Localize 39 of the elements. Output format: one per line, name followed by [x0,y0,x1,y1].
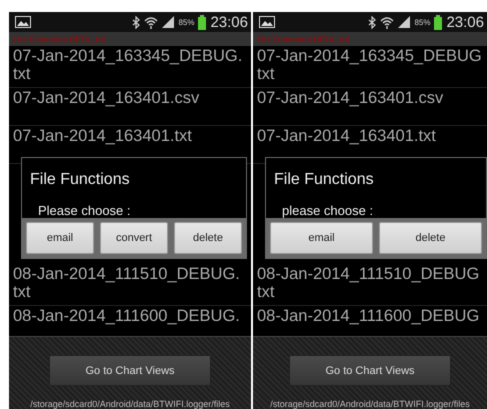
wifi-icon [144,16,158,28]
file-name[interactable]: 08-Jan-2014_111510_DEBUG. txt [13,265,248,301]
dialog-title: File Functions [273,170,375,189]
battery-icon [198,14,206,30]
folder-path: /storage/sdcard0/Android/data/BTWIFI.logger/files [270,399,470,409]
file-name[interactable]: 07-Jan-2014_163401.txt [13,127,248,145]
app-title: File Functions BETA_6.0 [257,34,350,44]
dialog-button[interactable]: email [26,222,94,254]
file-name[interactable]: 08-Jan-2014_111510_DEBUG txt [257,265,484,301]
file-name[interactable]: 07-Jan-2014_163345_DEBUG. txt [13,47,248,83]
image-icon [259,16,275,28]
signal-icon [398,16,410,28]
dialog-message: Please choose : [37,202,132,218]
app-title: File Functions BETA_6.0 [13,34,106,44]
image-icon [15,16,31,28]
dialog-button[interactable]: convert [100,222,168,254]
dialog-button[interactable]: delete [174,222,242,254]
dialog-button[interactable]: email [270,222,373,254]
clock: 23:06 [446,14,484,30]
chart-views-button[interactable]: Go to Chart Views [289,355,451,386]
wifi-icon [380,16,394,28]
bluetooth-icon [368,16,376,28]
battery-percent: 85% [414,18,430,26]
signal-icon [162,16,174,28]
file-name[interactable]: 07-Jan-2014_163401.txt [257,127,484,145]
battery-icon [434,14,442,30]
file-name[interactable]: 08-Jan-2014_111600_DEBUG [257,307,484,325]
file-name[interactable]: 07-Jan-2014_163401.csv [13,89,248,107]
battery-percent: 85% [178,18,194,26]
folder-path: /storage/sdcard0/Android/data/BTWIFI.logger/files [30,399,230,409]
clock: 23:06 [210,14,248,30]
file-name[interactable]: 07-Jan-2014_163401.csv [257,89,484,107]
dialog-message: please choose : [281,202,374,218]
dialog-title: File Functions [29,170,131,189]
file-name[interactable]: 07-Jan-2014_163345_DEBUG txt [257,47,484,83]
file-name[interactable]: 08-Jan-2014_111600_DEBUG. [13,307,248,325]
chart-views-button[interactable]: Go to Chart Views [49,355,211,386]
bluetooth-icon [132,16,140,28]
dialog-button[interactable]: delete [379,222,482,254]
